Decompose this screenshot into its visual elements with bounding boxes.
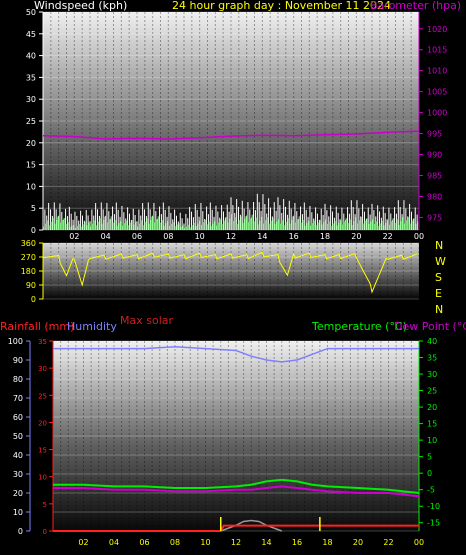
humidity-axis-title: Humidity [67,320,117,333]
humidity-tick-label: 80 [13,375,23,384]
temperature-tick-label: 25 [427,387,437,396]
rain-tick-label: 0 [43,528,47,536]
rain-tick-label: 25 [38,392,47,400]
x-tick-label-temp: 02 [78,538,88,547]
x-tick-label-wind: 02 [69,232,79,241]
max-solar-label: Max solar [120,314,173,327]
rain-tick-label: 10 [38,474,47,482]
temperature-tick-label: 40 [427,337,437,346]
windspeed-tick-label: 10 [26,182,36,191]
barometer-tick-label: 975 [427,213,442,222]
x-tick-label-temp: 16 [292,538,302,547]
windspeed-tick-label: 0 [31,226,36,235]
humidity-tick-label: 90 [13,356,23,365]
winddir-tick-label: 90 [26,281,36,290]
x-tick-label-wind: 00 [414,232,424,241]
windspeed-tick-label: 25 [26,117,36,126]
compass-e: E [435,287,442,300]
barometer-tick-label: 980 [427,192,442,201]
x-tick-label-wind: 12 [226,232,236,241]
temperature-tick-label: 0 [427,469,432,478]
barometer-tick-label: 1010 [427,67,447,76]
barometer-tick-label: 990 [427,151,442,160]
x-tick-label-temp: 10 [200,538,210,547]
windspeed-tick-label: 35 [26,73,36,82]
temperature-tick-label: -15 [427,519,440,528]
barometer-tick-label: 1020 [427,25,447,34]
x-tick-label-temp: 00 [414,538,424,547]
x-tick-label-wind: 22 [383,232,393,241]
temperature-tick-label: -10 [427,502,440,511]
humidity-tick-label: 10 [13,508,23,517]
weather-graph: Windspeed (kph) 24 hour graph day : Nove… [0,0,466,547]
barometer-axis-title: Barometer (hpa) [370,0,461,12]
windspeed-tick-label: 20 [26,139,36,148]
winddir-tick-label: 180 [21,267,36,276]
barometer-tick-label: 985 [427,172,442,181]
x-tick-label-temp: 12 [231,538,241,547]
x-tick-label-wind: 14 [257,232,267,241]
compass-n-bottom: N [435,303,443,316]
windspeed-tick-label: 30 [26,95,36,104]
humidity-tick-label: 30 [13,470,23,479]
x-tick-label-wind: 16 [289,232,299,241]
humidity-tick-label: 50 [13,432,23,441]
rain-tick-label: 15 [38,447,47,455]
temperature-tick-label: -5 [427,486,435,495]
winddir-tick-label: 270 [21,253,36,262]
x-tick-label-temp: 06 [139,538,149,547]
x-tick-label-temp: 08 [170,538,180,547]
rain-tick-label: 20 [38,419,47,427]
temperature-tick-label: 30 [427,370,437,379]
humidity-tick-label: 70 [13,394,23,403]
x-tick-label-temp: 20 [353,538,363,547]
x-tick-label-wind: 06 [132,232,142,241]
temperature-tick-label: 10 [427,436,437,445]
humidity-tick-label: 0 [18,527,23,536]
temperature-tick-label: 35 [427,354,437,363]
x-tick-label-wind: 20 [351,232,361,241]
compass-s: S [435,271,442,284]
x-tick-label-temp: 14 [261,538,271,547]
humidity-tick-label: 100 [8,337,23,346]
windspeed-tick-label: 40 [26,52,36,61]
x-tick-label-wind: 18 [320,232,330,241]
rain-tick-label: 30 [38,365,47,373]
barometer-tick-label: 1005 [427,88,447,97]
x-tick-label-temp: 04 [109,538,119,547]
winddir-tick-label: 0 [31,295,36,304]
temperature-tick-label: 20 [427,403,437,412]
windspeed-tick-label: 15 [26,161,36,170]
temperature-tick-label: 15 [427,420,437,429]
compass-n-top: N [435,239,443,252]
winddir-tick-label: 360 [21,239,36,248]
x-tick-label-temp: 18 [322,538,332,547]
windspeed-tick-label: 45 [26,30,36,39]
humidity-tick-label: 20 [13,489,23,498]
rainfall-axis-title: Rainfall (mm) [0,320,74,333]
rain-tick-label: 5 [43,501,47,509]
x-tick-label-wind: 10 [195,232,205,241]
x-tick-label-temp: 22 [383,538,393,547]
compass-w: W [435,255,446,268]
humidity-tick-label: 40 [13,451,23,460]
windspeed-axis-title: Windspeed (kph) [34,0,127,12]
dewpoint-axis-title: Dew Point (°C) [394,320,466,333]
temperature-axis-title: Temperature (°C) [311,320,407,333]
x-tick-label-wind: 04 [101,232,111,241]
temperature-tick-label: 5 [427,453,432,462]
windspeed-tick-label: 50 [26,8,36,17]
barometer-tick-label: 995 [427,130,442,139]
graph-title: 24 hour graph day : November 11 2024 [172,0,391,12]
barometer-tick-label: 1015 [427,46,447,55]
humidity-tick-label: 60 [13,413,23,422]
rain-tick-label: 35 [38,338,47,346]
x-tick-label-wind: 08 [163,232,173,241]
windspeed-tick-label: 5 [31,204,36,213]
barometer-tick-label: 1000 [427,109,447,118]
